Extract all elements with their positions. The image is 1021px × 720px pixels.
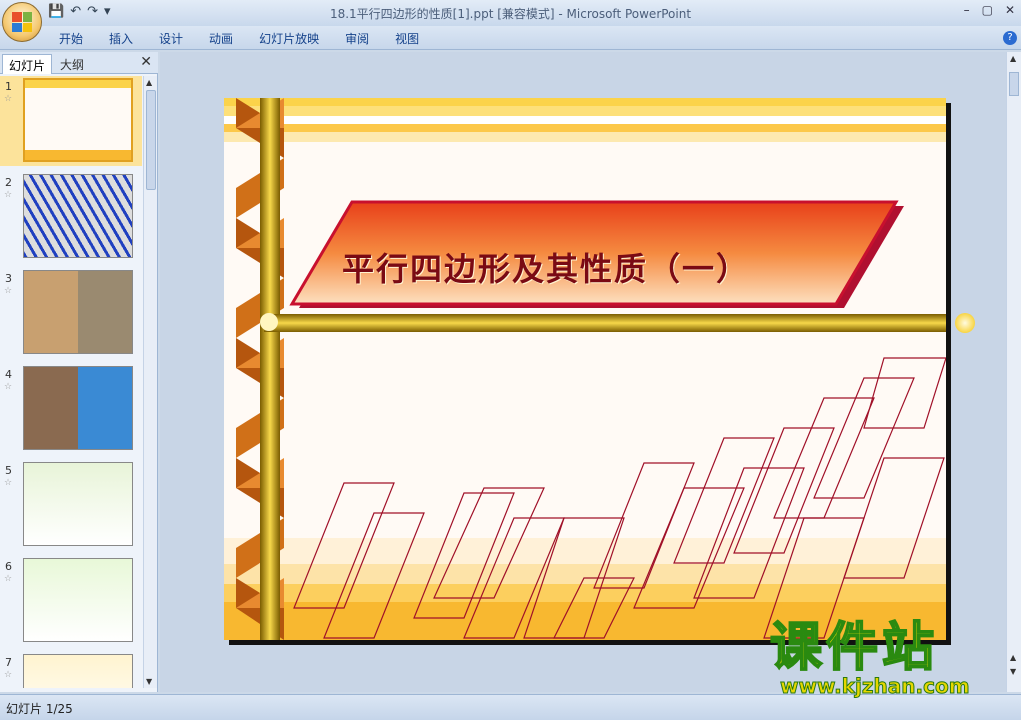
scroll-thumb[interactable] [1009,72,1019,96]
thumbnail-list: 1 ☆ 2 ☆ 3 ☆ 4 ☆ 5 ☆ 6 ☆ 7 ☆ [0,76,142,688]
animation-star-icon: ☆ [4,478,13,488]
ribbon-tab[interactable]: 幻灯片放映 [246,30,332,47]
scroll-down-icon[interactable]: ▼ [146,677,152,686]
thumbnail-preview [23,270,133,354]
slide-title[interactable]: 平行四边形及其性质（一） [342,244,862,290]
scroll-up-icon[interactable]: ▲ [1010,54,1016,63]
next-slide-icon[interactable]: ▼ [1010,667,1016,676]
thumbnail-number: 2 [5,176,12,189]
thumbnail-number: 7 [5,656,12,669]
watermark-url: www.kjzhan.com [780,674,971,699]
ribbon-tab[interactable]: 开始 [46,30,96,47]
thumbnail-number: 6 [5,560,12,573]
thumbnail-preview [23,78,133,162]
ribbon-tab[interactable]: 视图 [382,30,432,47]
window-controls: – ▢ ✕ [964,3,1015,17]
animation-star-icon: ☆ [4,286,13,296]
animation-star-icon: ☆ [4,382,13,392]
slide-thumbnail-6[interactable]: 6 ☆ [0,556,142,646]
thumbnail-preview [23,174,133,258]
ribbon-tabs: 开始 插入 设计 动画 幻灯片放映 审阅 视图 [46,30,432,47]
ribbon-tab[interactable]: 动画 [196,30,246,47]
slide-thumbnail-5[interactable]: 5 ☆ [0,460,142,550]
thumbnail-preview [23,558,133,642]
tab-slides[interactable]: 幻灯片 [2,54,53,74]
ribbon-tab[interactable]: 插入 [96,30,146,47]
thumbnail-preview [23,462,133,546]
animation-star-icon: ☆ [4,670,13,680]
ribbon-tab[interactable]: 设计 [146,30,196,47]
slide-thumbnail-1[interactable]: 1 ☆ [0,76,142,166]
slides-pane: 幻灯片 大纲 ✕ 1 ☆ 2 ☆ 3 ☆ 4 ☆ 5 ☆ 6 ☆ 7 ☆ ▲ ▼ [0,52,158,692]
animation-star-icon: ☆ [4,94,13,104]
window-title: 18.1平行四边形的性质[1].ppt [兼容模式] - Microsoft P… [329,7,692,21]
thumbnail-number: 4 [5,368,12,381]
watermark-text: 课件站 [769,618,939,678]
thumbnail-number: 5 [5,464,12,477]
title-bar: 💾 ↶ ↷ ▾ 18.1平行四边形的性质[1].ppt [兼容模式] - Mic… [0,0,1021,26]
slide-counter: 幻灯片 1/25 [6,702,73,716]
connector-dot [955,313,975,333]
minimize-button[interactable]: – [964,3,970,17]
thumbnail-number: 1 [5,80,12,93]
pane-scrollbar[interactable]: ▲ ▼ [143,76,157,688]
animation-star-icon: ☆ [4,574,13,584]
office-button[interactable] [2,2,42,42]
slide-graphics [224,98,946,640]
ribbon-tab[interactable]: 审阅 [332,30,382,47]
watermark-logo: 课件站 www.kjzhan.com [769,618,1010,700]
thumbnail-preview [23,366,133,450]
slide-thumbnail-2[interactable]: 2 ☆ [0,172,142,262]
slide-thumbnail-4[interactable]: 4 ☆ [0,364,142,454]
scroll-up-icon[interactable]: ▲ [146,78,152,87]
thumbnail-number: 3 [5,272,12,285]
office-logo-icon [12,12,32,32]
slide-thumbnail-3[interactable]: 3 ☆ [0,268,142,358]
ribbon: 开始 插入 设计 动画 幻灯片放映 审阅 视图 ? [0,26,1021,50]
help-icon[interactable]: ? [1003,31,1017,45]
prev-slide-icon[interactable]: ▲ [1010,653,1016,662]
thumbnail-preview [23,654,133,688]
pane-tabs: 幻灯片 大纲 ✕ [0,52,158,74]
slide-canvas[interactable]: 平行四边形及其性质（一） [224,98,946,640]
pane-close-icon[interactable]: ✕ [140,54,152,70]
close-button[interactable]: ✕ [1005,3,1015,17]
scroll-thumb[interactable] [146,90,156,190]
animation-star-icon: ☆ [4,190,13,200]
maximize-button[interactable]: ▢ [982,3,993,17]
slide-thumbnail-7[interactable]: 7 ☆ [0,652,142,688]
tab-outline[interactable]: 大纲 [54,54,90,74]
workspace-scrollbar[interactable]: ▲ ▲ ▼ [1006,52,1021,692]
